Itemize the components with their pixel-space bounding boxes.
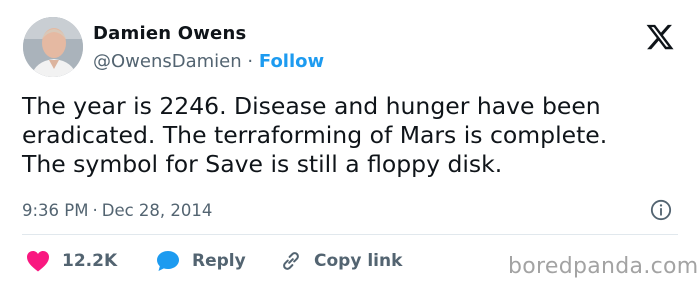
divider [22, 234, 678, 235]
tweet-timestamp[interactable]: 9:36 PM · Dec 28, 2014 [22, 201, 212, 220]
x-logo-icon[interactable] [644, 22, 676, 52]
handle-separator: · [247, 51, 254, 72]
avatar-photo [23, 17, 83, 77]
author-handle[interactable]: @OwensDamien [93, 51, 242, 72]
tweet-line: eradicated. The terraforming of Mars is … [22, 121, 608, 149]
author-name[interactable]: Damien Owens [93, 23, 246, 44]
tweet-time: 9:36 PM [22, 201, 89, 220]
like-count: 12.2K [62, 251, 118, 271]
tweet-line: The symbol for Save is still a floppy di… [22, 150, 503, 178]
info-icon[interactable] [650, 199, 672, 221]
like-button[interactable]: 12.2K [26, 248, 117, 274]
tweet-date: Dec 28, 2014 [101, 201, 213, 220]
tweet-line: The year is 2246. Disease and hunger hav… [22, 92, 601, 120]
copy-link-label: Copy link [314, 251, 403, 271]
link-icon [283, 252, 299, 270]
reply-label: Reply [192, 251, 246, 271]
reply-button[interactable]: Reply [156, 248, 246, 274]
copy-link-button[interactable]: Copy link [280, 248, 402, 274]
avatar[interactable] [23, 17, 83, 77]
follow-button[interactable]: Follow [259, 51, 324, 72]
author-handle-row: @OwensDamien · Follow [93, 51, 324, 72]
speech-bubble-icon [157, 251, 179, 271]
tweet-text: The year is 2246. Disease and hunger hav… [22, 92, 682, 179]
watermark: boredpanda.com [508, 254, 699, 279]
timestamp-separator: · [92, 201, 98, 220]
heart-icon [27, 251, 49, 272]
